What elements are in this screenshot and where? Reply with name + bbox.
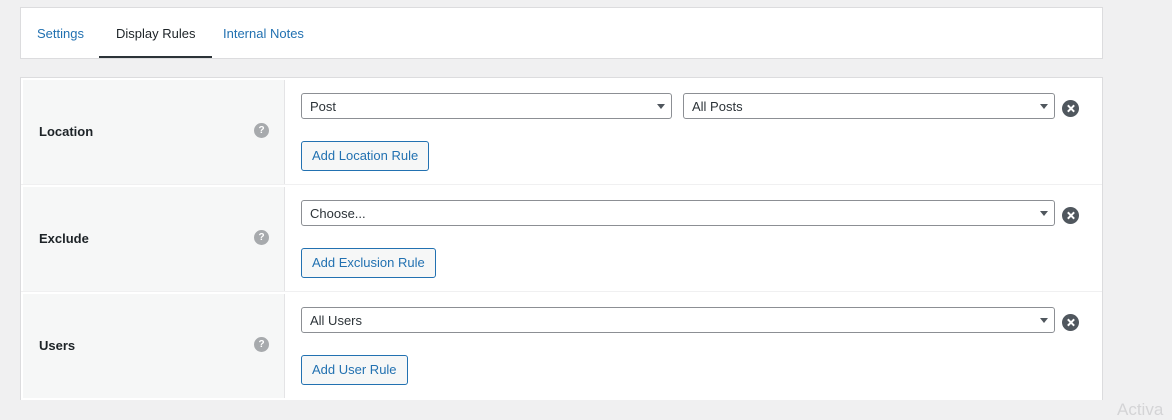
chevron-down-icon: [1040, 104, 1048, 109]
exclude-label: Exclude: [39, 231, 89, 246]
users-select-value: All Users: [310, 313, 363, 328]
question-circle-icon[interactable]: ?: [254, 337, 269, 352]
rule-label-cell: Exclude ?: [23, 187, 285, 291]
add-user-rule-button[interactable]: Add User Rule: [301, 355, 408, 385]
rule-row-location: Location ? Post All Posts Add Location R…: [21, 78, 1102, 185]
rule-row-exclude: Exclude ? Choose... Add Exclusion Rule: [21, 185, 1102, 292]
users-label: Users: [39, 338, 76, 353]
chevron-down-icon: [1040, 318, 1048, 323]
rule-label-cell: Location ?: [23, 80, 285, 184]
tab-bar: Settings Display Rules Internal Notes: [20, 7, 1103, 59]
activation-watermark: Activa: [1117, 400, 1164, 419]
tab-settings[interactable]: Settings: [37, 8, 84, 58]
location-type-select[interactable]: Post: [301, 93, 672, 119]
location-value-text: All Posts: [692, 99, 743, 114]
close-circle-icon[interactable]: [1062, 100, 1079, 117]
tab-internal-notes[interactable]: Internal Notes: [223, 8, 304, 58]
close-circle-icon[interactable]: [1062, 314, 1079, 331]
question-circle-icon[interactable]: ?: [254, 123, 269, 138]
add-location-rule-button[interactable]: Add Location Rule: [301, 141, 430, 171]
users-select[interactable]: All Users: [301, 307, 1055, 333]
close-circle-icon[interactable]: [1062, 207, 1079, 224]
location-value-select[interactable]: All Posts: [683, 93, 1055, 119]
location-label: Location: [39, 124, 94, 139]
rule-row-users: Users ? All Users Add User Rule: [21, 292, 1102, 398]
display-rules-panel: Location ? Post All Posts Add Location R…: [20, 77, 1103, 400]
exclude-select[interactable]: Choose...: [301, 200, 1055, 226]
chevron-down-icon: [1040, 211, 1048, 216]
tab-display-rules[interactable]: Display Rules: [99, 8, 213, 58]
location-type-value: Post: [310, 99, 337, 114]
add-exclusion-rule-button[interactable]: Add Exclusion Rule: [301, 248, 436, 278]
chevron-down-icon: [657, 104, 665, 109]
rule-label-cell: Users ?: [23, 294, 285, 398]
exclude-select-value: Choose...: [310, 206, 366, 221]
question-circle-icon[interactable]: ?: [254, 230, 269, 245]
